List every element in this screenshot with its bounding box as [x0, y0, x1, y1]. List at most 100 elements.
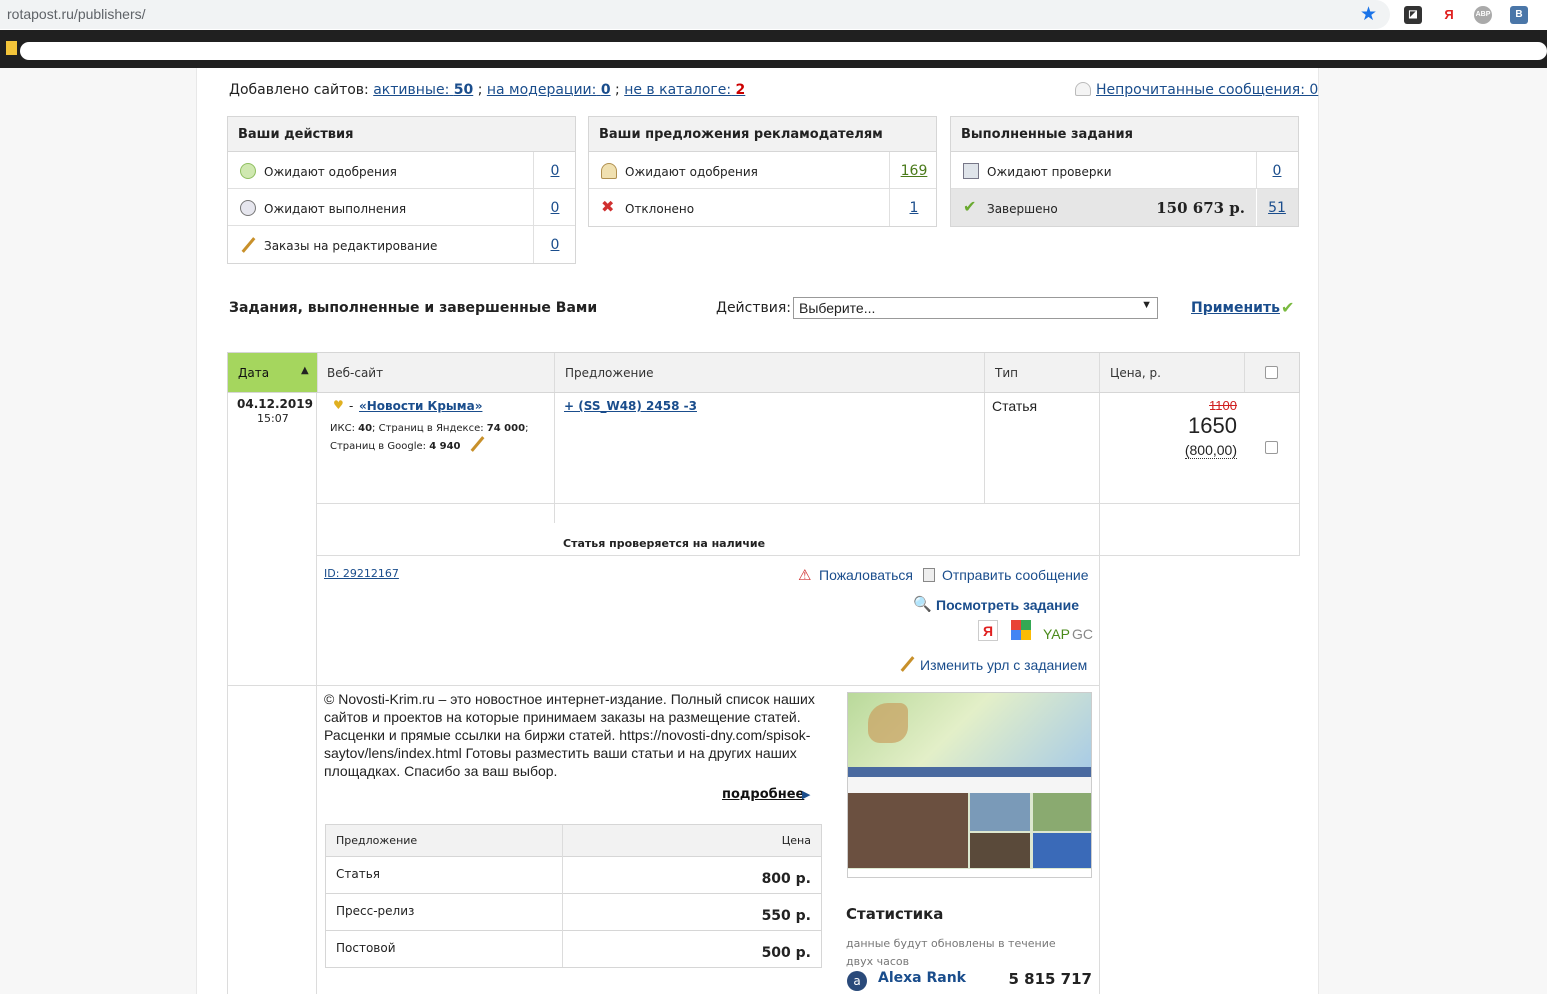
tasks-table-header: Дата ▲ Веб-сайт Предложение Тип Цена, р. [227, 352, 1300, 393]
gc-indicator: GC [1072, 626, 1093, 642]
site-column-header[interactable]: Веб-сайт [327, 366, 383, 380]
right-gutter [1318, 68, 1547, 994]
offer-link[interactable]: + (SS_W48) 2458 -3 [564, 399, 697, 413]
row-checkbox[interactable] [1265, 441, 1278, 454]
cross-icon: ✖ [601, 197, 615, 216]
row-awaiting-check: Ожидают проверки 0 [951, 152, 1298, 189]
box-title: Выполненные задания [951, 117, 1298, 152]
stats-note: данные будут обновлены в течение двух ча… [846, 937, 1056, 968]
check-icon: ✔ [963, 197, 977, 216]
box-title: Ваши действия [228, 117, 575, 152]
sites-summary: Добавлено сайтов: активные: 50 ; на моде… [229, 82, 746, 98]
site-link[interactable]: «Новости Крыма» [359, 399, 482, 413]
monitor-icon [963, 163, 979, 179]
row-pending-execution: Ожидают выполнения 0 [228, 189, 575, 226]
bookmarks-redacted [20, 42, 1547, 60]
entry-type: Статья [992, 398, 1038, 414]
row-edit-orders: Заказы на редактирование 0 [228, 226, 575, 263]
vk-extension-icon[interactable]: B [1510, 6, 1528, 24]
alexa-rank-link[interactable]: Alexa Rank [878, 970, 966, 986]
price-column-header[interactable]: Цена, р. [1110, 366, 1161, 380]
select-all-checkbox[interactable] [1265, 366, 1278, 379]
chevron-right-icon: ▶ [802, 788, 811, 801]
count-link[interactable]: 0 [535, 200, 575, 216]
row-offers-rejected: ✖ Отклонено 1 [589, 189, 936, 226]
stats-title: Статистика [846, 905, 944, 923]
adblock-extension-icon[interactable]: ABP [1474, 6, 1492, 24]
type-column-header[interactable]: Тип [995, 366, 1018, 380]
pencil-icon [241, 237, 256, 253]
url-field[interactable] [0, 0, 1390, 29]
extension-icon[interactable]: ◪ [1404, 6, 1422, 24]
count-link[interactable]: 169 [894, 163, 934, 179]
prices-header: Предложение Цена [326, 825, 821, 856]
bookmark-folder-icon[interactable] [6, 41, 17, 55]
site-description: © Novosti-Krim.ru – это новостное интерн… [324, 691, 815, 779]
heart-icon: ♥ [333, 398, 344, 412]
plus-circle-icon [240, 163, 256, 179]
completed-amount: 150 673 р. [1156, 199, 1245, 217]
row-pending-approval: Ожидают одобрения 0 [228, 152, 575, 189]
task-id-link[interactable]: ID: 29212167 [324, 567, 399, 580]
date-column-header[interactable]: Дата ▲ [228, 353, 317, 392]
entry-date: 04.12.2019 [237, 397, 313, 411]
tasks-title: Задания, выполненные и завершенные Вами [229, 300, 598, 316]
view-task-link[interactable]: Посмотреть задание [936, 597, 1079, 613]
site-screenshot[interactable] [847, 692, 1092, 878]
alexa-icon: a [847, 971, 867, 991]
offer-column-header[interactable]: Предложение [565, 366, 654, 380]
price-row: Статья 800 р. [326, 856, 821, 893]
yap-indicator: YAP [1043, 626, 1070, 642]
alexa-rank-value: 5 815 717 [1008, 970, 1092, 988]
count-link[interactable]: 0 [535, 237, 575, 253]
send-message-link[interactable]: Отправить сообщение [942, 567, 1089, 583]
actions-select[interactable]: Выберите... ▼ [793, 297, 1158, 319]
price-row: Пресс-релиз 550 р. [326, 893, 821, 930]
not-in-catalog-link[interactable]: не в каталоге: 2 [624, 82, 745, 98]
envelope-icon [1075, 82, 1091, 96]
offer-prices-table: Предложение Цена Статья 800 р. Пресс-рели… [325, 824, 822, 968]
moderation-sites-link[interactable]: на модерации: 0 [487, 82, 611, 98]
address-bar: rotapost.ru/publishers/ ★ ◪ Я ABP B [0, 0, 1547, 30]
complain-link[interactable]: Пожаловаться [819, 567, 913, 583]
count-link[interactable]: 51 [1257, 200, 1297, 216]
count-link[interactable]: 0 [535, 163, 575, 179]
dropdown-arrow-icon: ▼ [1141, 299, 1152, 311]
warning-icon: ⚠ [798, 566, 812, 584]
box-title: Ваши предложения рекламодателям [589, 117, 936, 152]
site-stats: ИКС: 40; Страниц в Яндексе: 74 000; Стра… [330, 423, 529, 452]
row-completed: ✔ Завершено 150 673 р. 51 [951, 189, 1298, 226]
check-icon: ✔ [1281, 298, 1295, 317]
pencil-icon [900, 656, 915, 672]
entry-time: 15:07 [257, 412, 289, 425]
row-offers-pending: Ожидают одобрения 169 [589, 152, 936, 189]
old-price: 1100 [1209, 398, 1237, 413]
bookmark-star-icon[interactable]: ★ [1360, 3, 1377, 25]
price-sub: (800,00) [1184, 442, 1237, 459]
user-icon [601, 163, 617, 179]
count-link[interactable]: 0 [1257, 163, 1297, 179]
google-check-icon[interactable] [1011, 620, 1031, 640]
count-link[interactable]: 1 [894, 200, 934, 216]
completed-tasks-box: Выполненные задания Ожидают проверки 0 ✔… [950, 116, 1299, 227]
your-actions-box: Ваши действия Ожидают одобрения 0 Ожидаю… [227, 116, 576, 264]
status-text: Статья проверяется на наличие [563, 537, 766, 550]
yandex-extension-icon[interactable]: Я [1440, 6, 1458, 24]
summary-prefix: Добавлено сайтов: [229, 82, 369, 98]
url-text: rotapost.ru/publishers/ [7, 6, 146, 22]
yandex-check-icon[interactable]: Я [978, 620, 998, 641]
bookmarks-bar [0, 30, 1547, 68]
left-gutter [0, 68, 197, 994]
sort-asc-icon: ▲ [301, 365, 309, 376]
unread-messages-link[interactable]: Непрочитанные сообщения: 0 [1096, 82, 1318, 98]
apply-button[interactable]: Применить [1191, 300, 1280, 316]
active-sites-link[interactable]: активные: 50 [373, 82, 473, 98]
more-link[interactable]: подробнее [722, 787, 804, 802]
change-url-link[interactable]: Изменить урл с заданием [920, 657, 1087, 673]
price-row: Постовой 500 р. [326, 930, 821, 967]
clock-icon [240, 200, 256, 216]
price: 1650 [1188, 413, 1237, 438]
advertiser-offers-box: Ваши предложения рекламодателям Ожидают … [588, 116, 937, 227]
magnifier-icon: 🔍 [913, 595, 932, 613]
document-icon [923, 568, 935, 582]
